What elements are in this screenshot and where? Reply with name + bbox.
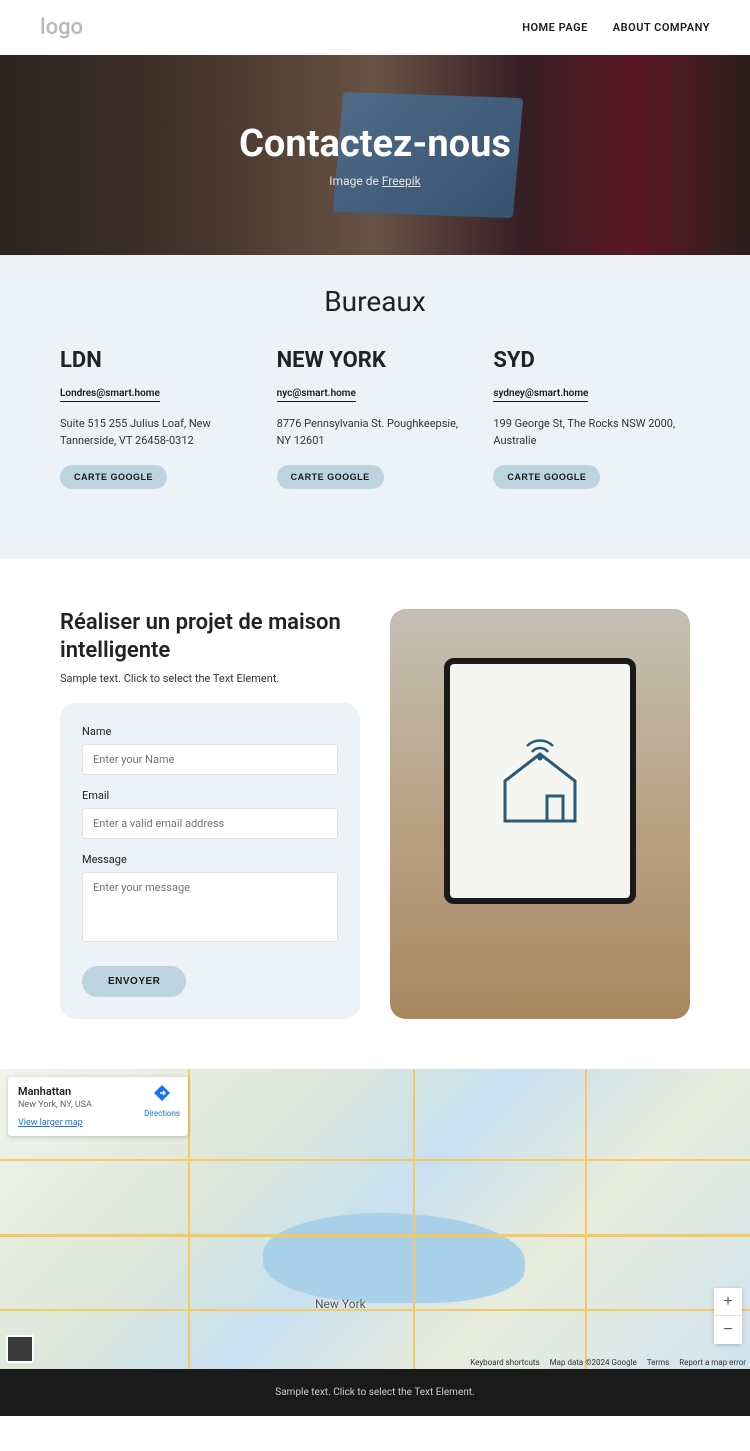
map-info-card: Manhattan New York, NY, USA View larger …: [8, 1077, 188, 1136]
tablet-graphic: [444, 658, 636, 904]
smart-home-icon: [485, 726, 595, 836]
office-name: LDN: [60, 348, 257, 373]
map-satellite-thumb[interactable]: [6, 1335, 34, 1363]
message-label: Message: [82, 853, 338, 866]
office-address: Suite 515 255 Julius Loaf, New Tannersid…: [60, 416, 257, 449]
office-card: LDN Londres@smart.home Suite 515 255 Jul…: [60, 348, 257, 489]
office-card: SYD sydney@smart.home 199 George St, The…: [493, 348, 690, 489]
hero-credit-prefix: Image de: [329, 174, 382, 188]
form-box: Name Email Message ENVOYER: [60, 703, 360, 1019]
logo[interactable]: logo: [40, 15, 83, 40]
map-report[interactable]: Report a map error: [679, 1358, 746, 1367]
offices-section: Bureaux LDN Londres@smart.home Suite 515…: [0, 255, 750, 559]
form-section: Réaliser un projet de maison intelligent…: [0, 559, 750, 1069]
google-map-button[interactable]: CARTE GOOGLE: [277, 465, 384, 489]
map-zoom: + −: [714, 1288, 742, 1344]
form-title: Réaliser un projet de maison intelligent…: [60, 609, 360, 664]
google-map-button[interactable]: CARTE GOOGLE: [493, 465, 600, 489]
map-attribution: Keyboard shortcuts Map data ©2024 Google…: [462, 1358, 746, 1367]
office-email-link[interactable]: Londres@smart.home: [60, 388, 160, 402]
office-address: 199 George St, The Rocks NSW 2000, Austr…: [493, 416, 690, 449]
map-shortcuts[interactable]: Keyboard shortcuts: [470, 1358, 539, 1367]
zoom-in-button[interactable]: +: [714, 1288, 742, 1316]
hero-credit: Image de Freepik: [329, 174, 420, 188]
form-column: Réaliser un projet de maison intelligent…: [60, 609, 360, 1019]
map-data: Map data ©2024 Google: [550, 1358, 637, 1367]
google-map-button[interactable]: CARTE GOOGLE: [60, 465, 167, 489]
hero-credit-link[interactable]: Freepik: [382, 174, 421, 188]
message-input[interactable]: [82, 872, 338, 942]
footer-text: Sample text. Click to select the Text El…: [275, 1387, 474, 1398]
map-city-label: New York: [315, 1297, 366, 1311]
office-address: 8776 Pennsylvania St. Poughkeepsie, NY 1…: [277, 416, 474, 449]
office-name: SYD: [493, 348, 690, 373]
zoom-out-button[interactable]: −: [714, 1316, 742, 1344]
office-email-link[interactable]: nyc@smart.home: [277, 388, 356, 402]
form-image: [390, 609, 690, 1019]
office-grid: LDN Londres@smart.home Suite 515 255 Jul…: [60, 348, 690, 489]
name-label: Name: [82, 725, 338, 738]
submit-button[interactable]: ENVOYER: [82, 966, 186, 997]
name-input[interactable]: [82, 744, 338, 775]
offices-title: Bureaux: [60, 285, 690, 318]
email-input[interactable]: [82, 808, 338, 839]
map-directions[interactable]: Directions: [144, 1085, 180, 1120]
nav-home[interactable]: HOME PAGE: [522, 21, 588, 34]
office-name: NEW YORK: [277, 348, 474, 373]
map[interactable]: New York Manhattan New York, NY, USA Vie…: [0, 1069, 750, 1369]
footer: Sample text. Click to select the Text El…: [0, 1369, 750, 1416]
map-terms[interactable]: Terms: [647, 1358, 669, 1367]
header: logo HOME PAGE ABOUT COMPANY: [0, 0, 750, 55]
nav-about[interactable]: ABOUT COMPANY: [613, 21, 710, 34]
email-label: Email: [82, 789, 338, 802]
hero: Contactez-nous Image de Freepik: [0, 55, 750, 255]
office-email-link[interactable]: sydney@smart.home: [493, 388, 588, 402]
nav: HOME PAGE ABOUT COMPANY: [522, 21, 710, 34]
directions-icon: [154, 1085, 170, 1101]
hero-title: Contactez-nous: [239, 122, 511, 166]
directions-label: Directions: [144, 1109, 180, 1118]
form-subtitle: Sample text. Click to select the Text El…: [60, 672, 360, 685]
office-card: NEW YORK nyc@smart.home 8776 Pennsylvani…: [277, 348, 474, 489]
